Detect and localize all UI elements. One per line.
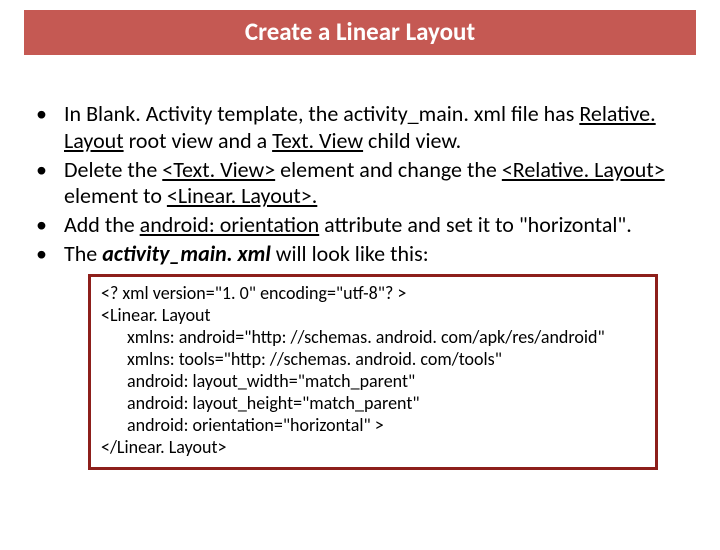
b3-text-2: attribute and set it to "horizontal".: [319, 211, 632, 238]
b1-text-3: child view.: [363, 127, 461, 154]
b1-underline-2: Text. View: [272, 127, 363, 154]
b4-bolditalic-1: activity_main. xml: [102, 240, 271, 267]
content-area: In Blank. Activity template, the activit…: [0, 55, 720, 470]
bullet-item-3: Add the android: orientation attribute a…: [64, 212, 692, 239]
b1-text-2: root view and a: [124, 127, 273, 154]
b2-underline-3: <Linear. Layout>.: [167, 182, 317, 209]
b4-text-2: will look like this:: [271, 240, 429, 267]
code-line-2: <Linear. Layout: [101, 305, 645, 327]
bullet-item-1: In Blank. Activity template, the activit…: [64, 101, 692, 155]
b1-text-1: In Blank. Activity template, the activit…: [64, 100, 579, 127]
page-title: Create a Linear Layout: [245, 16, 475, 47]
b2-underline-2: <Relative. Layout>: [502, 156, 665, 183]
b3-text-1: Add the: [64, 211, 140, 238]
title-bar: Create a Linear Layout: [24, 10, 696, 55]
b2-text-2: element and change the: [275, 156, 502, 183]
bullet-item-2: Delete the <Text. View> element and chan…: [64, 157, 692, 211]
b3-underline-1: android: orientation: [140, 211, 320, 238]
b4-text-1: The: [64, 240, 102, 267]
code-line-1: <? xml version="1. 0" encoding="utf-8"? …: [101, 283, 645, 305]
b2-text-3: element to: [64, 182, 167, 209]
code-line-8: </Linear. Layout>: [101, 437, 645, 459]
b2-text-1: Delete the: [64, 156, 162, 183]
code-line-3: xmlns: android="http: //schemas. android…: [101, 327, 645, 349]
code-line-7: android: orientation="horizontal" >: [101, 415, 645, 437]
code-box: <? xml version="1. 0" encoding="utf-8"? …: [88, 274, 658, 470]
code-line-5: android: layout_width="match_parent": [101, 371, 645, 393]
code-line-4: xmlns: tools="http: //schemas. android. …: [101, 349, 645, 371]
code-line-6: android: layout_height="match_parent": [101, 393, 645, 415]
bullet-list: In Blank. Activity template, the activit…: [28, 101, 692, 268]
b2-underline-1: <Text. View>: [162, 156, 275, 183]
bullet-item-4: The activity_main. xml will look like th…: [64, 241, 692, 268]
